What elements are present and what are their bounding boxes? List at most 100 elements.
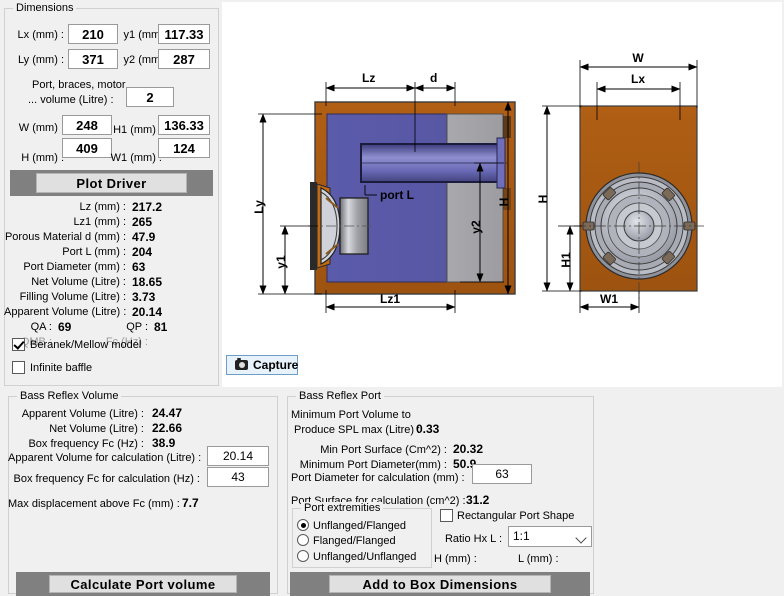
input-ly[interactable] — [68, 49, 118, 69]
result-label-porous-material: Porous Material d (mm) : — [4, 231, 126, 243]
rectangular-port-shape-checkbox[interactable] — [440, 509, 453, 522]
brp-value-min-port-volume: 0.33 — [416, 422, 440, 436]
svg-text:port L: port L — [380, 188, 414, 202]
brv-value-max-displacement: 7.7 — [182, 496, 199, 510]
label-port-braces-motor-line2: ... volume (Litre) : — [28, 94, 114, 106]
brp-label-h: H (mm) : — [434, 553, 477, 565]
label-w: W (mm) : — [18, 122, 64, 134]
result-value-port-diameter: 63 — [132, 260, 146, 274]
ratio-hxl-select[interactable]: 1:1 — [508, 526, 592, 547]
svg-text:y1: y1 — [274, 255, 288, 269]
input-port-braces-motor-volume[interactable] — [126, 87, 174, 107]
result-label-lz: Lz (mm) : — [79, 201, 126, 213]
svg-text:W: W — [632, 51, 644, 65]
result-label-port-l: Port L (mm) : — [62, 246, 126, 258]
result-value-port-l: 204 — [132, 245, 153, 259]
brp-value-min-port-surface: 20.32 — [453, 442, 484, 456]
svg-text:Lz: Lz — [362, 71, 375, 85]
brv-label-net-volume: Net Volume (Litre) : — [49, 423, 144, 435]
input-y1[interactable] — [158, 24, 210, 44]
calculate-port-volume-button[interactable]: Calculate Port volume — [16, 572, 270, 596]
infinite-baffle-label: Infinite baffle — [30, 362, 93, 374]
svg-text:Lz1: Lz1 — [380, 292, 400, 306]
svg-text:Ly: Ly — [252, 200, 266, 214]
brv-value-net-volume: 22.66 — [152, 421, 183, 435]
dimensions-panel-title: Dimensions — [13, 2, 77, 14]
label-port-braces-motor-line1: Port, braces, motor — [32, 79, 126, 91]
box-design-window: Dimensions Lx (mm) : y1 (mm) : Ly (mm) :… — [0, 0, 784, 596]
result-label-port-diameter: Port Diameter (mm) : — [23, 261, 126, 273]
result-value-lz1: 265 — [132, 215, 153, 229]
label-lx: Lx (mm) : — [17, 29, 64, 41]
result-label-qa: QA : — [30, 321, 52, 333]
result-value-apparent-volume: 20.14 — [132, 305, 163, 319]
radio-label-unflanged-unflanged: Unflanged/Unflanged — [313, 551, 417, 563]
capture-button-label: Capture — [253, 358, 299, 372]
brv-label-max-displacement: Max displacement above Fc (mm) : — [8, 498, 180, 510]
enclosure-drawing-svg: Lz d Ly y1 y2 H Lz1 port L W Lx H H1 W1 — [252, 51, 704, 313]
svg-text:W1: W1 — [600, 292, 618, 306]
brv-value-apparent-volume: 24.47 — [152, 406, 183, 420]
brp-label-l: L (mm) : — [518, 553, 559, 565]
result-value-porous-material: 47.9 — [132, 230, 156, 244]
input-y2[interactable] — [158, 49, 210, 69]
brv-input-apparent-volume-calc[interactable] — [207, 446, 269, 466]
chevron-down-icon — [575, 532, 587, 544]
label-h1: H1 (mm) : — [113, 124, 162, 136]
brp-label-min-port-surface: Min Port Surface (Cm^2) : — [320, 444, 447, 456]
brp-input-port-diameter-calc[interactable] — [472, 464, 532, 484]
radio-label-unflanged-flanged: Unflanged/Flanged — [313, 520, 406, 532]
result-label-apparent-volume: Apparent Volume (Litre) : — [4, 306, 127, 318]
infinite-baffle-checkbox[interactable] — [12, 361, 25, 374]
brv-label-box-frequency: Box frequency Fc (Hz) : — [28, 438, 144, 450]
brv-label-box-frequency-calc: Box frequency Fc for calculation (Hz) : — [13, 473, 200, 485]
label-w1: W1 (mm) : — [110, 152, 162, 164]
result-value-qa: 69 — [58, 320, 72, 334]
brp-label-port-diameter-calc: Port Diameter for calculation (mm) : — [291, 472, 465, 484]
camera-icon — [235, 358, 248, 370]
add-to-box-dimensions-label: Add to Box Dimensions — [329, 575, 551, 593]
rectangular-port-shape-label: Rectangular Port Shape — [457, 510, 575, 522]
brp-label-min-port-volume-line2: Produce SPL max (Litre) : — [294, 424, 421, 436]
input-lx[interactable] — [68, 24, 118, 44]
input-h1[interactable] — [158, 115, 210, 135]
svg-text:H: H — [536, 195, 550, 204]
bass-reflex-port-title: Bass Reflex Port — [296, 390, 384, 402]
svg-text:H: H — [497, 198, 511, 207]
svg-text:H1: H1 — [559, 252, 573, 268]
result-value-filling-volume: 3.73 — [132, 290, 156, 304]
radio-flanged-flanged[interactable] — [297, 534, 309, 546]
input-w[interactable] — [62, 115, 112, 135]
result-value-qp: 81 — [154, 320, 168, 334]
svg-text:d: d — [430, 71, 437, 85]
capture-button[interactable]: Capture — [226, 355, 298, 375]
beranek-mellow-label: Beranek/Mellow model — [30, 339, 142, 351]
brp-value-port-surface-calc: 31.2 — [466, 493, 490, 507]
beranek-mellow-checkbox[interactable] — [12, 338, 25, 351]
radio-unflanged-flanged[interactable] — [297, 519, 309, 531]
brv-value-box-frequency: 38.9 — [152, 436, 176, 450]
ratio-hxl-value: 1:1 — [513, 529, 530, 543]
label-ly: Ly (mm) : — [17, 54, 64, 66]
svg-text:y2: y2 — [469, 220, 483, 234]
result-label-lz1: Lz1 (mm) : — [73, 216, 126, 228]
ratio-hxl-label: Ratio Hx L : — [444, 533, 502, 545]
result-label-filling-volume: Filling Volume (Litre) : — [19, 291, 126, 303]
result-value-lz: 217.2 — [132, 200, 163, 214]
result-label-net-volume: Net Volume (Litre) : — [31, 276, 126, 288]
radio-unflanged-unflanged[interactable] — [297, 550, 309, 562]
svg-text:Lx: Lx — [631, 72, 645, 86]
brp-label-min-port-diameter: Minimum Port Diameter(mm) : — [299, 459, 447, 471]
add-to-box-dimensions-button[interactable]: Add to Box Dimensions — [290, 572, 590, 596]
radio-label-flanged-flanged: Flanged/Flanged — [313, 535, 396, 547]
brv-input-box-frequency-calc[interactable] — [207, 467, 269, 487]
input-w1[interactable] — [158, 138, 210, 158]
brv-label-apparent-volume: Apparent Volume (Litre) : — [21, 408, 144, 420]
bass-reflex-volume-title: Bass Reflex Volume — [17, 390, 122, 402]
label-h: H (mm) : — [21, 152, 64, 164]
result-value-net-volume: 18.65 — [132, 275, 163, 289]
calculate-port-volume-label: Calculate Port volume — [49, 575, 237, 593]
input-h[interactable] — [62, 138, 112, 158]
brv-label-apparent-volume-calc: Apparent Volume for calculation (Litre) … — [8, 452, 202, 464]
plot-driver-button[interactable]: Plot Driver — [10, 170, 213, 196]
